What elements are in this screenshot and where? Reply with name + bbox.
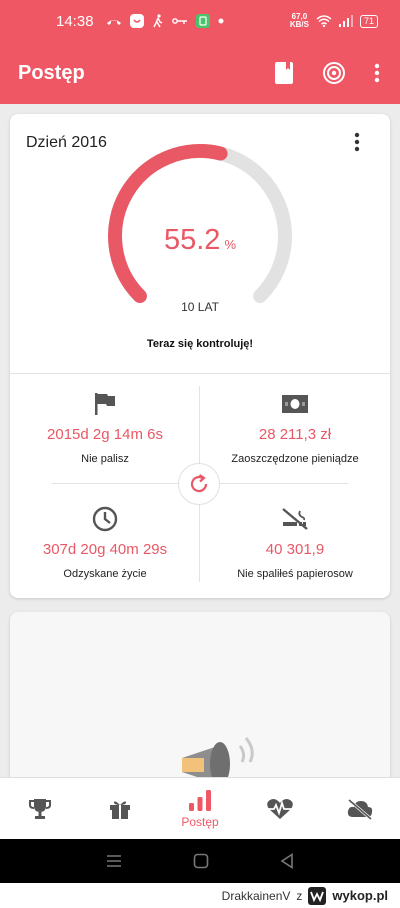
status-system-icons: 67,0 KB/S 71 bbox=[290, 13, 378, 29]
cloud-off-icon bbox=[347, 798, 373, 820]
nav-item-rewards[interactable] bbox=[80, 778, 160, 839]
promo-card[interactable] bbox=[10, 612, 390, 802]
green-app-icon bbox=[195, 14, 210, 28]
divider bbox=[10, 373, 390, 374]
home-icon[interactable] bbox=[193, 853, 209, 869]
megaphone-icon bbox=[182, 737, 254, 784]
wifi-icon bbox=[316, 15, 332, 27]
stat-life-regained: 307d 20g 40m 29s Odzyskane życie bbox=[10, 505, 200, 580]
stat-value: 40 301,9 bbox=[265, 541, 325, 558]
app-bar-actions bbox=[270, 59, 384, 87]
more-options-button[interactable] bbox=[370, 59, 384, 87]
journal-button[interactable] bbox=[270, 59, 298, 87]
heart-pulse-icon bbox=[267, 798, 293, 819]
stat-money-saved: 28 211,3 zł Zaoszczędzone pieniądze bbox=[200, 390, 390, 465]
stat-value: 28 211,3 zł bbox=[258, 426, 332, 443]
stat-label: Zaoszczędzone pieniądze bbox=[231, 453, 359, 465]
flag-icon bbox=[10, 390, 200, 418]
status-notification-icons bbox=[106, 14, 224, 28]
stat-not-smoking: 2015d 2g 14m 6s Nie palisz bbox=[10, 390, 200, 465]
page-title: Postęp bbox=[18, 61, 85, 84]
battery-icon: 71 bbox=[359, 14, 378, 28]
watermark-user: DrakkainenV bbox=[221, 888, 291, 903]
key-icon bbox=[171, 18, 187, 24]
watermark-separator: z bbox=[296, 888, 303, 903]
stat-cigarettes-avoided: 40 301,9 Nie spaliłeś papierosow bbox=[200, 505, 390, 580]
stat-label: Odzyskane życie bbox=[63, 568, 147, 580]
percent-unit: % bbox=[224, 237, 236, 252]
nav-item-cravings[interactable] bbox=[320, 778, 400, 839]
status-time: 14:38 bbox=[56, 12, 94, 30]
network-speed-unit: KB/S bbox=[289, 20, 309, 29]
nav-item-progress[interactable]: Postęp bbox=[160, 778, 240, 839]
nav-item-label: Postęp bbox=[181, 815, 219, 829]
nav-item-achievements[interactable] bbox=[0, 778, 80, 839]
dot-icon bbox=[218, 18, 224, 24]
recents-icon[interactable] bbox=[106, 854, 122, 868]
money-icon bbox=[200, 390, 390, 418]
percent-value: 55.2 bbox=[163, 224, 221, 256]
watermark: DrakkainenV z wykop.pl bbox=[0, 883, 400, 908]
nav-item-health[interactable] bbox=[240, 778, 320, 839]
goal-label: 10 LAT bbox=[181, 300, 219, 314]
journal-icon bbox=[275, 62, 293, 84]
target-icon bbox=[323, 62, 345, 84]
wykop-logo-icon bbox=[308, 886, 327, 905]
signal-icon bbox=[338, 15, 353, 27]
gift-icon bbox=[110, 800, 130, 819]
target-button[interactable] bbox=[320, 59, 348, 87]
stat-label: Nie spaliłeś papierosow bbox=[237, 568, 353, 580]
refresh-icon bbox=[190, 474, 208, 493]
bottom-navigation: Postęp bbox=[0, 777, 400, 839]
system-navigation-bar bbox=[0, 839, 400, 883]
walking-icon bbox=[152, 14, 162, 28]
no-smoking-icon bbox=[200, 505, 390, 533]
missed-call-icon bbox=[106, 20, 121, 25]
app-bar: Postęp bbox=[0, 42, 400, 104]
motto-text: Teraz się kontroluję! bbox=[146, 338, 254, 350]
clock-icon bbox=[10, 505, 200, 533]
watermark-site: wykop.pl bbox=[332, 888, 388, 903]
reset-button[interactable] bbox=[178, 463, 220, 505]
bar-chart-icon bbox=[189, 790, 211, 811]
status-bar: 14:38 67,0 KB/S 71 bbox=[0, 0, 400, 42]
app-notification-icon bbox=[129, 14, 144, 28]
stat-value: 2015d 2g 14m 6s bbox=[47, 426, 163, 443]
stat-label: Nie palisz bbox=[81, 453, 129, 465]
percent-display: 55.2% bbox=[10, 224, 390, 257]
trophy-icon bbox=[29, 798, 51, 819]
progress-card: Dzień 2016 55.2% 10 LAT Teraz się kontro… bbox=[10, 114, 390, 598]
network-speed: 67,0 KB/S bbox=[290, 13, 309, 29]
more-vert-icon bbox=[374, 63, 380, 83]
stat-value: 307d 20g 40m 29s bbox=[42, 541, 168, 558]
back-icon[interactable] bbox=[280, 853, 294, 869]
